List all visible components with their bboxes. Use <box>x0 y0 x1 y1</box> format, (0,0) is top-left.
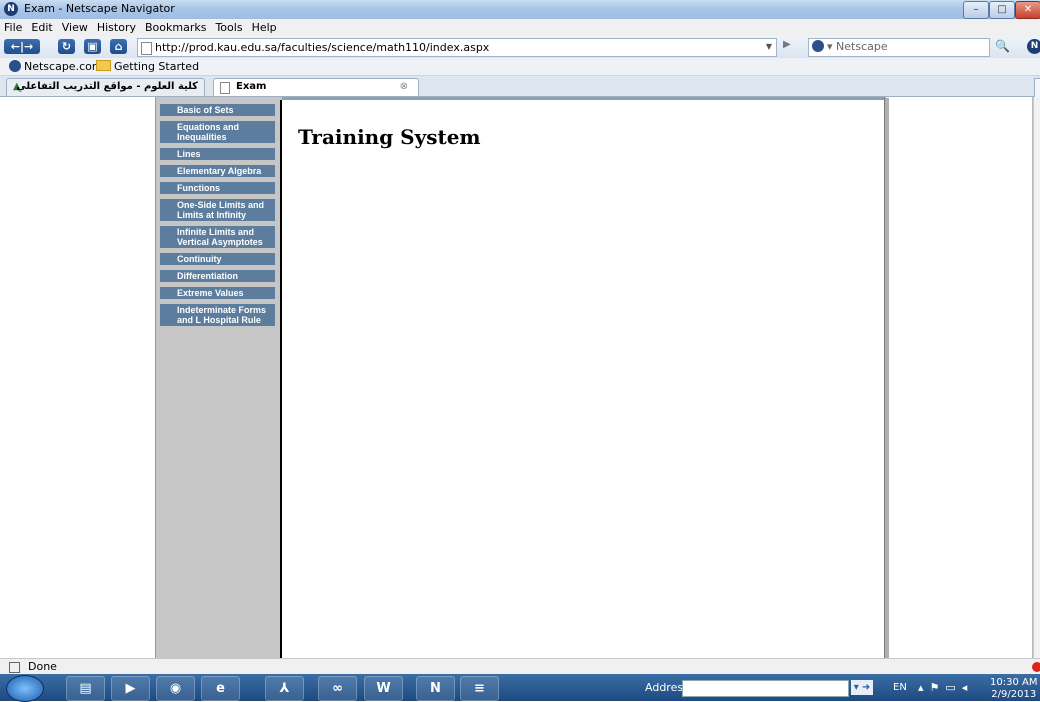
menu-tools[interactable]: Tools <box>211 19 247 34</box>
winrar-icon[interactable]: ≡ <box>460 676 499 701</box>
chrome-icon[interactable]: ◉ <box>156 676 195 701</box>
menu-bar: File Edit View History Bookmarks Tools Help <box>0 19 1040 36</box>
frame-top-border <box>282 97 886 100</box>
close-button[interactable]: ✕ <box>1015 1 1040 19</box>
window-title: Exam - Netscape Navigator <box>24 2 175 15</box>
netscape-logo-icon: N <box>1027 39 1040 54</box>
internet-explorer-icon[interactable]: e <box>201 676 240 701</box>
bookmark-netscape[interactable]: Netscape.com <box>9 60 103 73</box>
address-input[interactable] <box>682 680 849 697</box>
search-icon[interactable]: 🔍 <box>995 39 1011 55</box>
start-button[interactable] <box>6 675 44 702</box>
chevron-down-icon[interactable]: ▼ <box>766 42 772 51</box>
language-indicator[interactable]: EN <box>893 682 907 693</box>
sidebar-item-functions[interactable]: Functions <box>160 182 275 194</box>
sidebar-item-lines[interactable]: Lines <box>160 148 275 160</box>
netscape-taskbar-icon[interactable]: N <box>416 676 455 701</box>
tab-label: Exam <box>236 81 267 92</box>
sidebar-item-continuity[interactable]: Continuity <box>160 253 275 265</box>
sidebar-item-basic-of-sets[interactable]: Basic of Sets <box>160 104 275 116</box>
menu-help[interactable]: Help <box>248 19 282 34</box>
back-forward-icon[interactable]: ←|→ <box>4 39 40 54</box>
word-icon[interactable]: W <box>364 676 403 701</box>
page-icon <box>220 82 230 94</box>
reload-icon[interactable]: ↻ <box>58 39 75 54</box>
menu-edit[interactable]: Edit <box>27 19 57 34</box>
clock[interactable]: 10:30 AM 2/9/2013 <box>990 677 1037 701</box>
status-bar: Done <box>0 658 1040 675</box>
title-bar: N Exam - Netscape Navigator – □ ✕ <box>0 0 1040 20</box>
netscape-icon <box>9 60 21 72</box>
topic-sidebar: Basic of Sets Equations and Inequalities … <box>155 97 282 658</box>
tab-overflow[interactable] <box>1034 78 1040 98</box>
tray-icons[interactable]: ▴⚑▭◂ <box>918 681 973 694</box>
menu-view[interactable]: View <box>58 19 93 34</box>
menu-history[interactable]: History <box>93 19 141 34</box>
windows-taskbar: ▤ ▶ ◉ e ⅄ ∞ W N ≡ Address ▾ ➜ EN ▴⚑▭◂ 10… <box>0 674 1040 702</box>
go-icon[interactable]: ▶ <box>783 39 799 54</box>
media-player-icon[interactable]: ▶ <box>111 676 150 701</box>
address-go-icon[interactable]: ▾ ➜ <box>851 680 873 695</box>
sidebar-item-differentiation[interactable]: Differentiation <box>160 270 275 282</box>
alert-icon[interactable] <box>1032 662 1040 672</box>
tab-bar: ▲ كلية العلوم - مواقع التدريب التفاعلي E… <box>0 76 1040 97</box>
page-icon <box>141 42 152 55</box>
sidebar-item-one-side-limits[interactable]: One-Side Limits and Limits at Infinity <box>160 199 275 221</box>
netscape-icon <box>812 40 824 52</box>
tab-faculty-of-science[interactable]: ▲ كلية العلوم - مواقع التدريب التفاعلي <box>6 78 205 96</box>
right-frame <box>889 97 1033 658</box>
menu-file[interactable]: File <box>0 19 27 34</box>
netscape-app-icon: N <box>4 2 18 16</box>
menu-bookmarks[interactable]: Bookmarks <box>141 19 211 34</box>
sidebar-item-infinite-limits[interactable]: Infinite Limits and Vertical Asymptotes <box>160 226 275 248</box>
tab-label: كلية العلوم - مواقع التدريب التفاعلي <box>16 81 198 92</box>
messenger-icon[interactable]: ∞ <box>318 676 357 701</box>
folder-icon <box>96 60 111 71</box>
minimize-button[interactable]: – <box>963 1 989 19</box>
bookmarks-toolbar: Netscape.com Getting Started <box>0 58 1040 76</box>
maximize-button[interactable]: □ <box>989 1 1015 19</box>
acrobat-icon[interactable]: ⅄ <box>265 676 304 701</box>
status-page-icon <box>9 662 20 673</box>
stop-icon[interactable]: ▣ <box>84 39 101 54</box>
vertical-scrollbar[interactable] <box>1033 97 1040 658</box>
tab-exam[interactable]: Exam ⊗ <box>213 78 419 96</box>
explorer-icon[interactable]: ▤ <box>66 676 105 701</box>
sidebar-item-elementary-algebra[interactable]: Elementary Algebra <box>160 165 275 177</box>
search-engine-label[interactable]: ▾ Netscape <box>812 40 888 53</box>
status-text: Done <box>28 660 57 673</box>
close-tab-icon[interactable]: ⊗ <box>400 81 408 92</box>
home-icon[interactable]: ⌂ <box>110 39 127 54</box>
bookmark-getting-started[interactable]: Getting Started <box>96 60 199 73</box>
page-title: Training System <box>298 125 481 149</box>
sidebar-item-equations-inequalities[interactable]: Equations and Inequalities <box>160 121 275 143</box>
sidebar-item-extreme-values[interactable]: Extreme Values <box>160 287 275 299</box>
navigation-toolbar: ←|→ ↻ ▣ ⌂ http://prod.kau.edu.sa/faculti… <box>0 36 1040 59</box>
url-bar[interactable]: http://prod.kau.edu.sa/faculties/science… <box>137 38 777 57</box>
search-input[interactable]: ▾ Netscape <box>808 38 990 57</box>
url-text[interactable]: http://prod.kau.edu.sa/faculties/science… <box>155 41 489 54</box>
sidebar-item-indeterminate-forms[interactable]: Indeterminate Forms and L Hospital Rule <box>160 304 275 326</box>
frame-divider <box>280 100 282 658</box>
